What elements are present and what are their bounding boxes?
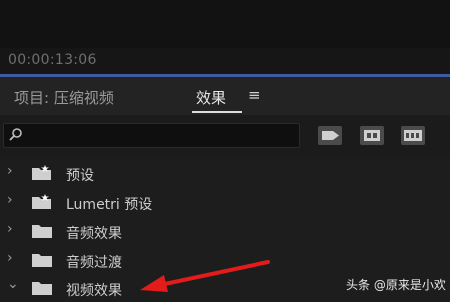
tree-item-label: 音频过渡: [66, 255, 122, 271]
32-bit-color-icon: [364, 130, 380, 141]
panel-tabs: 项目: 压缩视频 效果 ≡: [0, 77, 450, 115]
tree-item-label: 视频效果: [66, 283, 122, 299]
folder-icon: [32, 254, 52, 267]
tree-item-label: 音频效果: [66, 226, 122, 242]
tree-item-audio-transitions[interactable]: › 音频过渡: [0, 248, 450, 274]
search-row: [0, 115, 450, 157]
chevron-right-icon[interactable]: ›: [7, 250, 13, 266]
timecode-display[interactable]: 00:00:13:06: [8, 52, 97, 68]
yuv-effects-icon: [404, 130, 422, 141]
chevron-right-icon[interactable]: ›: [7, 221, 13, 237]
preset-folder-icon: [32, 194, 51, 209]
folder-icon: [32, 282, 52, 295]
program-monitor-area: [0, 0, 450, 48]
tab-project[interactable]: 项目: 压缩视频: [14, 87, 114, 108]
accelerated-effects-button[interactable]: [318, 126, 342, 145]
accelerated-effects-icon: [322, 131, 339, 140]
tree-item-label: 预设: [66, 168, 94, 184]
timecode-bar: 00:00:13:06: [0, 48, 450, 74]
tree-item-presets[interactable]: › 预设: [0, 161, 450, 187]
search-icon: [9, 128, 22, 141]
tab-effects[interactable]: 效果: [196, 87, 226, 108]
chevron-right-icon[interactable]: ›: [7, 163, 13, 179]
folder-icon: [32, 225, 52, 238]
preset-folder-icon: [32, 165, 51, 180]
tree-item-lumetri-presets[interactable]: › Lumetri 预设: [0, 190, 450, 216]
panel-menu-icon[interactable]: ≡: [248, 86, 261, 104]
tree-item-audio-effects[interactable]: › 音频效果: [0, 219, 450, 245]
tree-item-label: Lumetri 预设: [66, 197, 153, 213]
search-input[interactable]: [3, 123, 300, 148]
chevron-down-icon[interactable]: ⌄: [7, 276, 19, 292]
watermark-text: 头条 @原来是小欢: [346, 278, 446, 292]
yuv-effects-button[interactable]: [401, 126, 425, 145]
active-tab-indicator: [192, 111, 242, 113]
32-bit-color-button[interactable]: [360, 126, 384, 145]
chevron-right-icon[interactable]: ›: [7, 192, 13, 208]
